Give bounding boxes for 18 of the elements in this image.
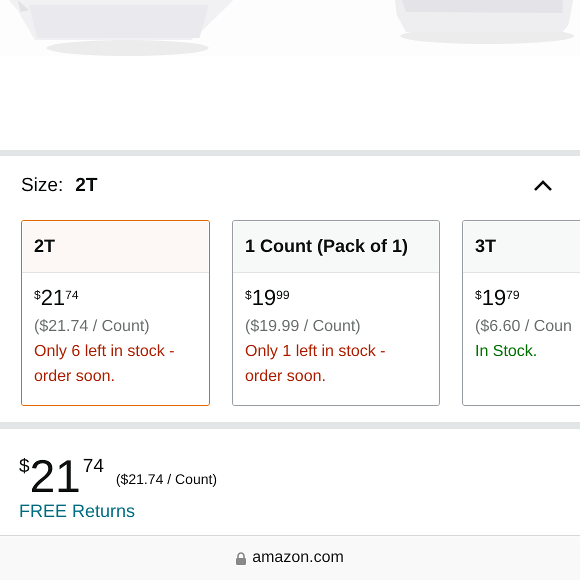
- stock-status: In Stock.: [475, 342, 538, 362]
- unit-price: ($6.60 / Coun: [475, 317, 572, 337]
- address-bar[interactable]: amazon.com: [0, 535, 580, 580]
- stock-status: Only 1 left in stock - order soon.: [245, 342, 386, 387]
- option-title: 3T: [475, 235, 496, 258]
- size-value: 2T: [75, 174, 98, 198]
- returns-link[interactable]: FREE Returns: [19, 501, 136, 521]
- size-label: Size:: [21, 174, 64, 198]
- stock-status: Only 6 left in stock - order soon.: [34, 342, 176, 387]
- option-title: 1 Count (Pack of 1): [245, 235, 408, 258]
- unit-price: ($21.74 / Count): [116, 470, 218, 489]
- unit-price: ($19.99 / Count): [245, 317, 361, 337]
- option-title: 2T: [34, 235, 56, 258]
- unit-price: ($21.74 / Count): [34, 317, 150, 337]
- lock-icon: [236, 552, 246, 564]
- url-text: amazon.com: [252, 548, 344, 568]
- chevron-up-icon: [533, 180, 553, 192]
- collapse-button[interactable]: [532, 179, 554, 193]
